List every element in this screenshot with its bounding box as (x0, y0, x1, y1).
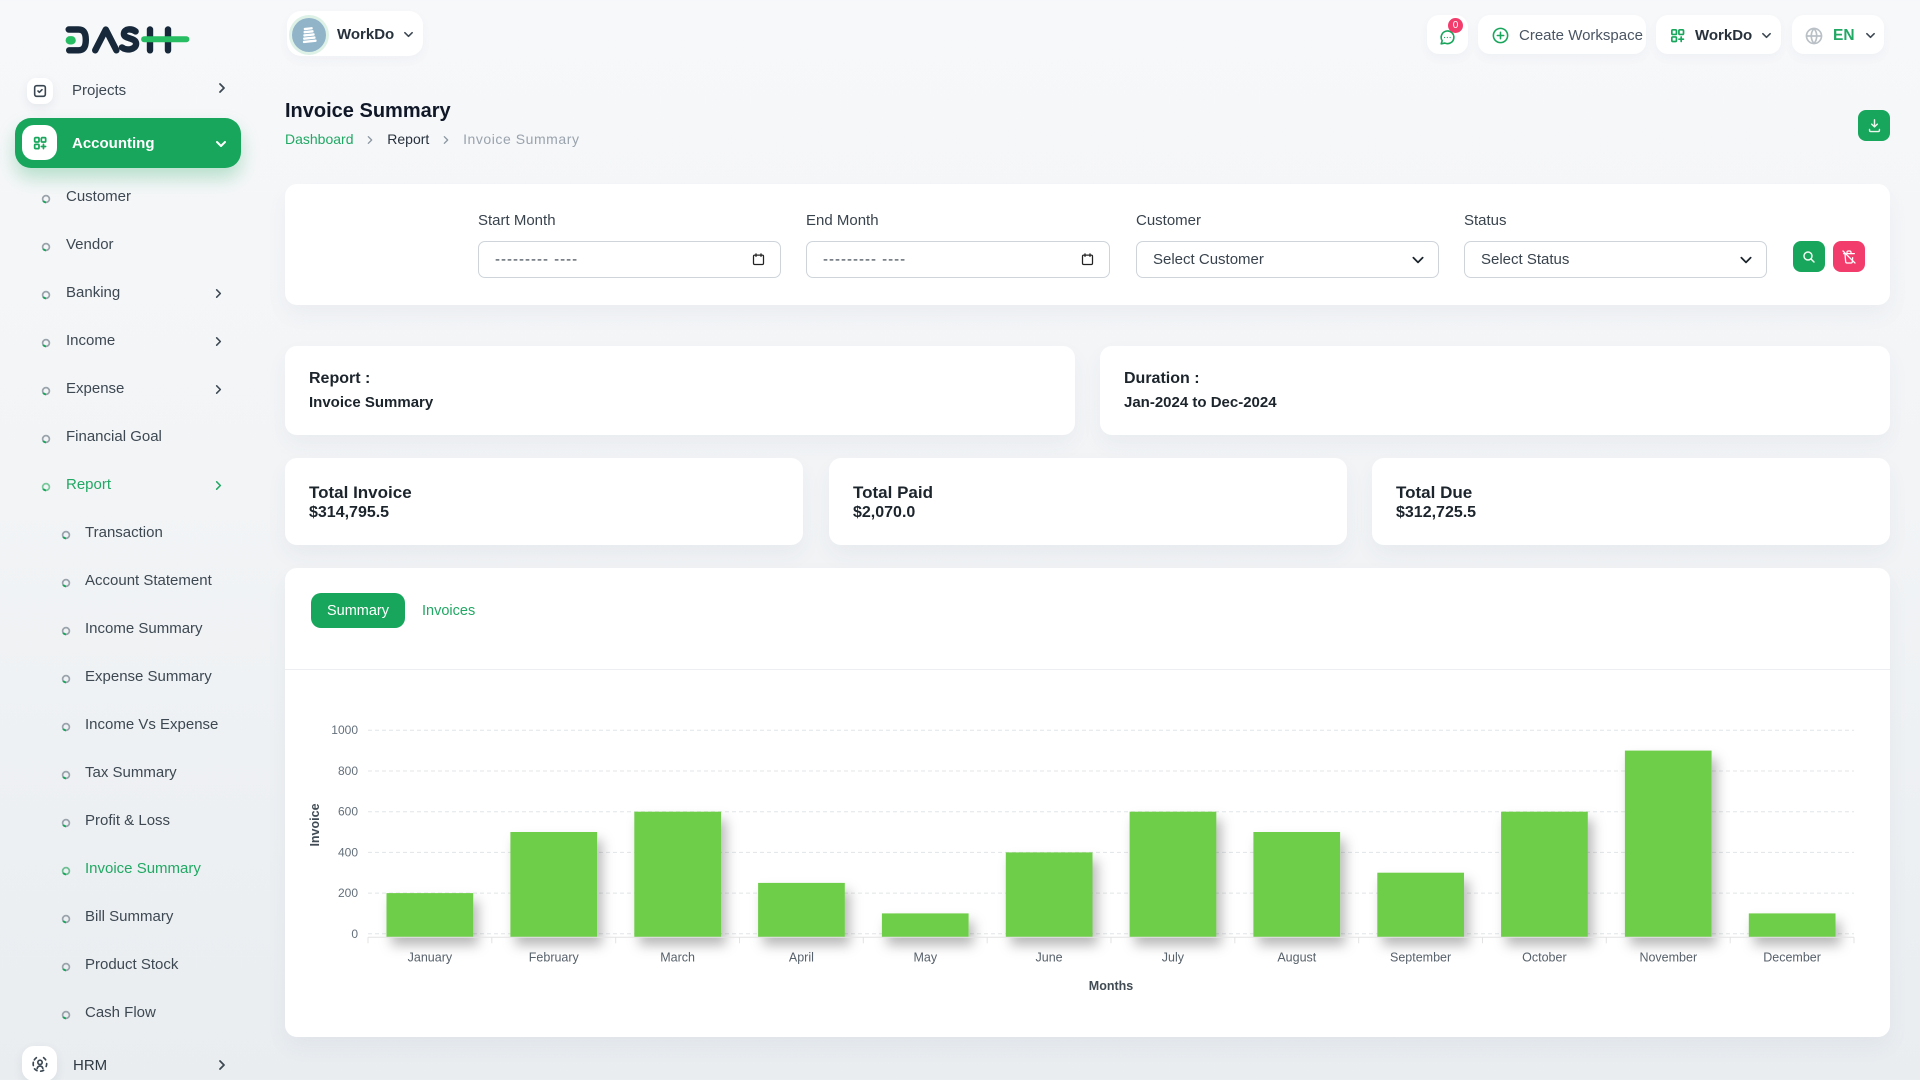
svg-text:May: May (913, 951, 937, 965)
svg-text:September: September (1390, 951, 1451, 965)
svg-text:June: June (1036, 951, 1063, 965)
svg-text:400: 400 (338, 845, 358, 859)
svg-text:December: December (1763, 951, 1821, 965)
svg-text:1000: 1000 (331, 723, 358, 737)
svg-text:Months: Months (1089, 979, 1133, 993)
svg-text:August: August (1277, 951, 1316, 965)
svg-text:600: 600 (338, 805, 358, 819)
svg-text:0: 0 (351, 927, 358, 941)
svg-text:February: February (529, 951, 580, 965)
svg-text:October: October (1522, 951, 1566, 965)
svg-text:April: April (789, 951, 814, 965)
svg-text:Invoice: Invoice (308, 803, 322, 846)
svg-text:November: November (1639, 951, 1697, 965)
svg-text:January: January (408, 951, 453, 965)
svg-text:200: 200 (338, 886, 358, 900)
svg-text:800: 800 (338, 764, 358, 778)
svg-text:March: March (660, 951, 695, 965)
svg-text:July: July (1162, 951, 1185, 965)
